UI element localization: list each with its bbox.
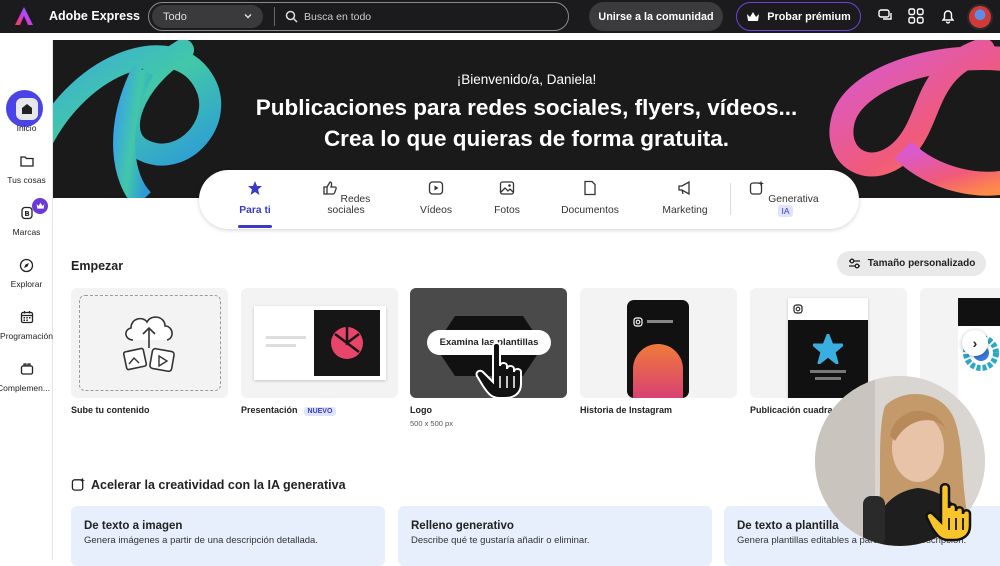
home-icon [21, 104, 32, 114]
tab-label: Generativa [768, 194, 819, 205]
tab-for-you[interactable]: Para ti [235, 180, 275, 216]
sidebar-item-label: Explorar [10, 279, 43, 289]
card-label: Sube tu contenido [71, 405, 150, 415]
add-ons-icon [20, 363, 33, 375]
chevron-right-icon: › [972, 335, 978, 351]
premium-crown-badge [32, 198, 48, 214]
tab-photos[interactable]: Fotos [490, 180, 524, 216]
yellow-pointer-hand-icon [925, 483, 972, 542]
instagram-icon [633, 317, 643, 327]
sidebar-item-addons[interactable]: Complemen... [0, 358, 53, 393]
search-scope-value: Todo [163, 10, 187, 23]
sidebar-item-schedule[interactable]: Programación [0, 306, 53, 341]
tab-separator [730, 183, 731, 215]
sidebar-item-your-stuff[interactable]: Tus cosas [0, 150, 53, 185]
tab-generative[interactable]: GenerativaIA [749, 180, 819, 217]
tab-videos[interactable]: Vídeos [414, 180, 458, 216]
image-icon [499, 181, 515, 195]
try-premium-label: Probar prémium [767, 10, 851, 23]
pointer-hand-cursor-icon [475, 342, 522, 399]
genai-card-desc: Genera imágenes a partir de una descripc… [84, 535, 318, 546]
sidebar-item-label: Inicio [16, 123, 37, 133]
compass-icon [19, 258, 34, 272]
megaphone-icon [678, 180, 690, 196]
carousel-next-button[interactable]: › [962, 330, 988, 356]
sliders-icon [848, 258, 860, 269]
svg-text:B: B [24, 210, 29, 218]
sidebar-item-label: Marcas [12, 227, 41, 237]
genai-card-text-to-image[interactable]: De texto a imagen Genera imágenes a part… [71, 506, 385, 566]
sidebar-item-home[interactable]: Inicio [0, 98, 53, 133]
sidebar-item-explore[interactable]: Explorar [0, 254, 53, 289]
tab-label: Para ti [239, 205, 271, 216]
slide-preview [254, 306, 386, 380]
tab-social[interactable]: Redes sociales [307, 180, 385, 216]
card-label: Presentación NUEVO [241, 405, 337, 416]
pink-circle-logo-icon [331, 327, 363, 359]
search-icon [285, 10, 298, 23]
post-mockup [788, 298, 868, 398]
thumbs-up-icon [323, 181, 337, 195]
sparkle-image-icon [750, 180, 765, 195]
join-community-button[interactable]: Unirse a la comunidad [589, 2, 723, 31]
genai-card-generative-fill[interactable]: Relleno generativo Describe qué te gusta… [398, 506, 712, 566]
tab-documents[interactable]: Documentos [558, 180, 622, 216]
sparkle-image-icon [71, 477, 86, 491]
top-bar: Adobe Express Todo Unirse a la comunidad… [0, 0, 1000, 33]
cloud-upload-icon [122, 316, 175, 373]
bell-icon[interactable] [940, 8, 956, 24]
start-section-title: Empezar [71, 259, 124, 273]
search-input[interactable] [304, 10, 564, 23]
user-avatar[interactable] [967, 4, 993, 30]
app-name: Adobe Express [49, 9, 141, 23]
crown-icon [36, 202, 44, 209]
genai-card-desc: Describe qué te gustaría añadir o elimin… [411, 535, 590, 546]
tab-label: Marketing [662, 205, 708, 216]
instagram-icon [793, 304, 803, 314]
presentation-card[interactable] [241, 288, 398, 398]
tab-active-indicator [238, 225, 272, 228]
apps-grid-icon[interactable] [908, 8, 924, 24]
chevron-down-icon [244, 13, 252, 19]
adobe-express-logo-icon[interactable] [14, 6, 34, 26]
genai-section-title: Acelerar la creatividad con la IA genera… [71, 477, 346, 492]
crown-icon [747, 11, 760, 21]
ai-badge: IA [778, 205, 793, 217]
tab-label: Redes sociales [327, 194, 371, 216]
card-sublabel: 500 x 500 px [410, 419, 453, 428]
instagram-story-card[interactable] [580, 288, 737, 398]
document-icon [584, 180, 596, 196]
star-icon [248, 181, 262, 195]
search-divider [274, 7, 275, 26]
star-flower-icon [813, 334, 843, 364]
genai-card-title: Relleno generativo [411, 520, 514, 532]
sidebar-item-label: Programación [0, 331, 53, 341]
folder-icon [19, 155, 34, 167]
try-premium-button[interactable]: Probar prémium [736, 2, 861, 31]
search-scope-dropdown[interactable]: Todo [152, 5, 263, 28]
tab-marketing[interactable]: Marketing [659, 180, 711, 216]
card-label: Logo [410, 405, 432, 415]
sidebar-item-label: Tus cosas [7, 175, 46, 185]
upload-content-card[interactable] [71, 288, 228, 398]
custom-size-label: Tamaño personalizado [867, 258, 976, 269]
tab-label: Fotos [494, 205, 520, 216]
hero-title-line1: Publicaciones para redes sociales, flyer… [255, 95, 798, 120]
card-label: Historia de Instagram [580, 405, 673, 415]
genai-card-title: De texto a imagen [84, 520, 183, 532]
tab-label: Vídeos [419, 205, 453, 216]
chat-bubbles-icon[interactable] [878, 8, 894, 24]
sidebar-item-label: Complemen... [0, 383, 50, 393]
new-badge: NUEVO [303, 407, 337, 416]
category-tabs: Para ti Redes sociales Vídeos Fotos Docu… [199, 170, 859, 229]
play-icon [428, 181, 444, 195]
calendar-icon [20, 311, 33, 324]
phone-mockup [627, 300, 689, 398]
tab-label: Documentos [561, 205, 619, 216]
hero-title-line2: Crea lo que quieras de forma gratuita. [323, 126, 730, 151]
custom-size-button[interactable]: Tamaño personalizado [837, 251, 986, 276]
search-bar: Todo [148, 2, 569, 31]
hero-welcome: ¡Bienvenido/a, Daniela! [456, 72, 597, 87]
